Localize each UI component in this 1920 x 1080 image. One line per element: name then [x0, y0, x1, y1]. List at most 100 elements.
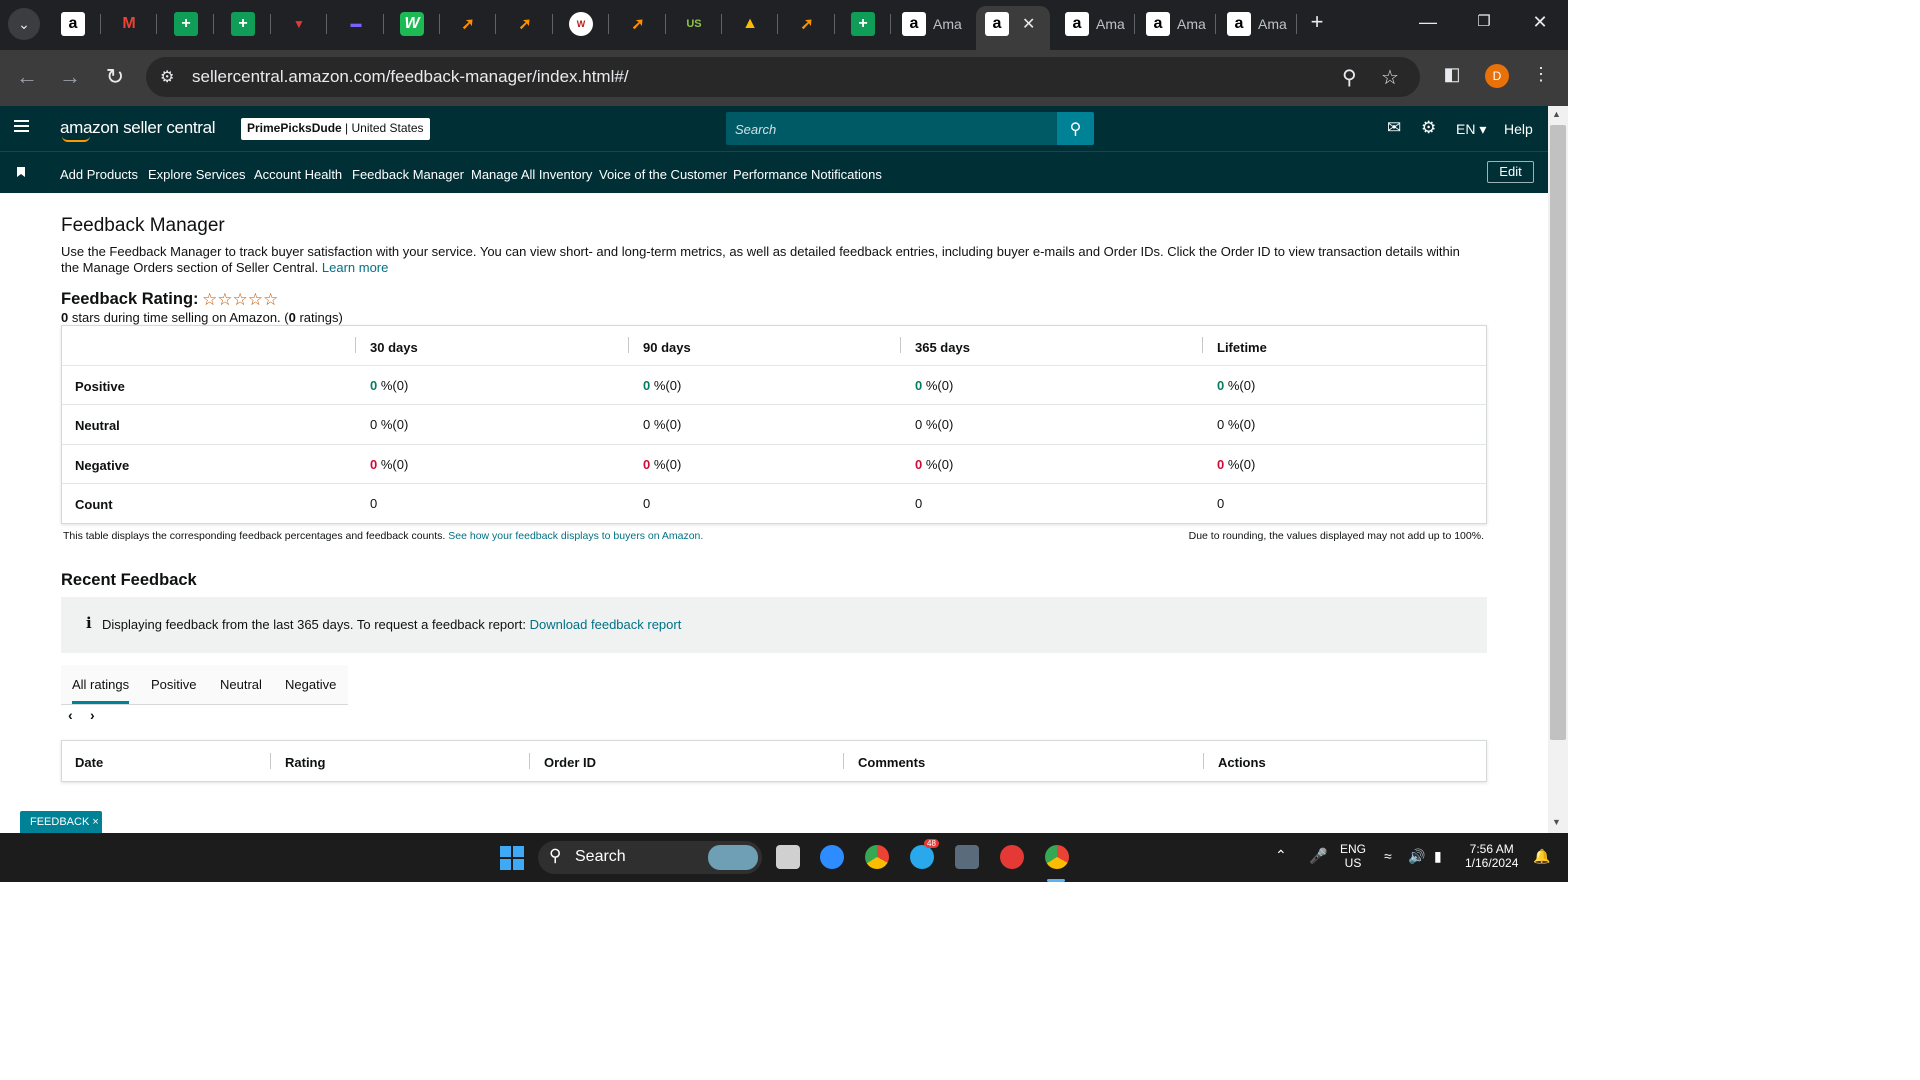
tab-all-ratings[interactable]: All ratings: [72, 677, 130, 704]
tray-chevron-icon[interactable]: ⌃: [1275, 847, 1287, 864]
table-note: This table displays the corresponding fe…: [63, 530, 704, 542]
active-tab[interactable]: a ✕: [976, 6, 1050, 50]
wifi-icon[interactable]: ≈: [1384, 848, 1392, 864]
site-tab-icon[interactable]: ➚: [456, 12, 480, 36]
hamburger-icon[interactable]: [14, 120, 29, 135]
tab-neutral[interactable]: Neutral: [220, 677, 262, 692]
amazon-tab-icon[interactable]: a: [902, 12, 926, 36]
edit-nav-button[interactable]: Edit: [1487, 161, 1534, 183]
url-text[interactable]: sellercentral.amazon.com/feedback-manage…: [192, 67, 629, 87]
download-report-link[interactable]: Download feedback report: [530, 617, 682, 632]
reload-icon[interactable]: ↻: [101, 64, 129, 90]
menu-icon[interactable]: ⋮: [1527, 64, 1555, 85]
amazon-tab-icon[interactable]: a: [1065, 12, 1089, 36]
battery-icon[interactable]: ▮: [1434, 848, 1442, 865]
zoom-app-icon[interactable]: [820, 845, 844, 869]
tab-negative[interactable]: Negative: [285, 677, 336, 692]
active-app-indicator: [1047, 879, 1065, 882]
site-tab-icon[interactable]: ➚: [795, 12, 819, 36]
page-scrollbar[interactable]: ▲ ▼: [1548, 106, 1568, 833]
profile-avatar[interactable]: D: [1485, 64, 1509, 88]
nav-manage-inventory[interactable]: Manage All Inventory: [471, 167, 592, 182]
close-tab-icon[interactable]: ✕: [1022, 14, 1035, 34]
tab-title: Ama: [1177, 16, 1206, 32]
nav-voice-of-customer[interactable]: Voice of the Customer: [599, 167, 727, 182]
task-view-icon[interactable]: [776, 845, 800, 869]
sheets-tab-icon[interactable]: +: [174, 12, 198, 36]
windows-start-icon[interactable]: [500, 846, 524, 870]
new-tab-icon[interactable]: +: [1305, 9, 1329, 35]
site-tab-icon[interactable]: US: [682, 12, 706, 36]
window-close-icon[interactable]: ✕: [1528, 12, 1552, 33]
taskbar-search[interactable]: ⚲ Search: [538, 841, 762, 874]
site-tab-icon[interactable]: W: [400, 12, 424, 36]
clock[interactable]: 7:56 AM 1/16/2024: [1465, 842, 1518, 870]
table-header-row: 30 days 90 days 365 days Lifetime: [62, 326, 1486, 365]
app-icon[interactable]: [1000, 845, 1024, 869]
chrome-app-icon[interactable]: [1045, 845, 1069, 869]
feedback-button[interactable]: FEEDBACK ×: [20, 811, 102, 833]
volume-icon[interactable]: 🔊: [1408, 848, 1425, 865]
bookmark-icon[interactable]: [17, 167, 25, 177]
chevron-left-icon[interactable]: ‹: [68, 707, 73, 723]
search-highlight-image: [708, 845, 758, 870]
chevron-right-icon[interactable]: ›: [90, 707, 95, 723]
minimize-icon[interactable]: —: [1416, 12, 1440, 33]
nav-explore-services[interactable]: Explore Services: [148, 167, 246, 182]
site-tab-icon[interactable]: ▼: [287, 12, 311, 36]
search-input[interactable]: Search: [726, 112, 1057, 145]
amazon-tab-icon[interactable]: a: [1227, 12, 1251, 36]
settings-gear-icon[interactable]: ⚙: [1421, 118, 1436, 138]
tab-search-button[interactable]: ⌄: [8, 8, 40, 40]
scroll-thumb[interactable]: [1550, 125, 1566, 740]
microphone-icon[interactable]: 🎤: [1309, 847, 1328, 865]
browser-toolbar: ← → ↻ ⚙ sellercentral.amazon.com/feedbac…: [0, 50, 1568, 106]
back-icon[interactable]: ←: [13, 64, 41, 90]
tab-title: Ama: [1096, 16, 1125, 32]
forward-icon[interactable]: →: [56, 64, 84, 90]
notifications-bell-icon[interactable]: 🔔: [1533, 848, 1550, 865]
chrome-app-icon[interactable]: [865, 845, 889, 869]
site-info-icon[interactable]: ⚙: [160, 67, 174, 87]
site-tab-icon[interactable]: W: [569, 12, 593, 36]
mail-icon[interactable]: ✉: [1387, 118, 1401, 138]
nav-add-products[interactable]: Add Products: [60, 167, 138, 182]
amazon-tab-icon[interactable]: a: [61, 12, 85, 36]
zoom-icon[interactable]: ⚲: [1342, 65, 1357, 90]
rating-tabs: All ratings Positive Neutral Negative: [61, 665, 348, 705]
page-description: Use the Feedback Manager to track buyer …: [61, 244, 1460, 275]
site-tab-icon[interactable]: ▬: [344, 12, 368, 36]
search-button[interactable]: ⚲: [1057, 112, 1094, 145]
sheets-tab-icon[interactable]: +: [231, 12, 255, 36]
star-rating-icon: ☆☆☆☆☆: [202, 290, 279, 309]
account-switcher[interactable]: PrimePicksDude | United States: [241, 118, 430, 140]
windows-taskbar: ⚲ Search 48 ⌃ 🎤 ENG US ≈ 🔊 ▮ 7:56 AM 1/16/…: [0, 833, 1568, 882]
site-tab-icon[interactable]: ➚: [513, 12, 537, 36]
bookmark-star-icon[interactable]: ☆: [1381, 65, 1399, 90]
recent-feedback-table: Date Rating Order ID Comments Actions: [61, 740, 1487, 782]
telegram-app-icon[interactable]: 48: [910, 839, 939, 869]
nav-performance-notifications[interactable]: Performance Notifications: [733, 167, 882, 182]
seller-central-header: amazon seller central PrimePicksDude | U…: [0, 106, 1548, 151]
site-tab-icon[interactable]: ➚: [626, 12, 650, 36]
logo[interactable]: amazon seller central: [60, 118, 216, 138]
close-icon[interactable]: ×: [92, 816, 98, 828]
restore-icon[interactable]: ❐: [1472, 12, 1496, 30]
nav-feedback-manager[interactable]: Feedback Manager: [352, 167, 464, 182]
language-selector[interactable]: EN ▾: [1456, 121, 1486, 138]
language-indicator[interactable]: ENG US: [1340, 842, 1366, 870]
learn-more-link[interactable]: Learn more: [322, 260, 388, 275]
help-link[interactable]: Help: [1504, 121, 1533, 137]
sheets-tab-icon[interactable]: +: [851, 12, 875, 36]
nav-account-health[interactable]: Account Health: [254, 167, 342, 182]
address-bar[interactable]: ⚙ sellercentral.amazon.com/feedback-mana…: [146, 57, 1420, 97]
calculator-app-icon[interactable]: [955, 845, 979, 869]
tab-positive[interactable]: Positive: [151, 677, 197, 692]
scroll-up-icon[interactable]: ▲: [1552, 109, 1561, 119]
side-panel-icon[interactable]: ◧: [1438, 64, 1466, 85]
drive-tab-icon[interactable]: ▲: [738, 12, 762, 36]
amazon-tab-icon[interactable]: a: [1146, 12, 1170, 36]
gmail-tab-icon[interactable]: M: [117, 12, 141, 36]
scroll-down-icon[interactable]: ▼: [1552, 817, 1561, 827]
see-feedback-link[interactable]: See how your feedback displays to buyers…: [448, 530, 703, 542]
